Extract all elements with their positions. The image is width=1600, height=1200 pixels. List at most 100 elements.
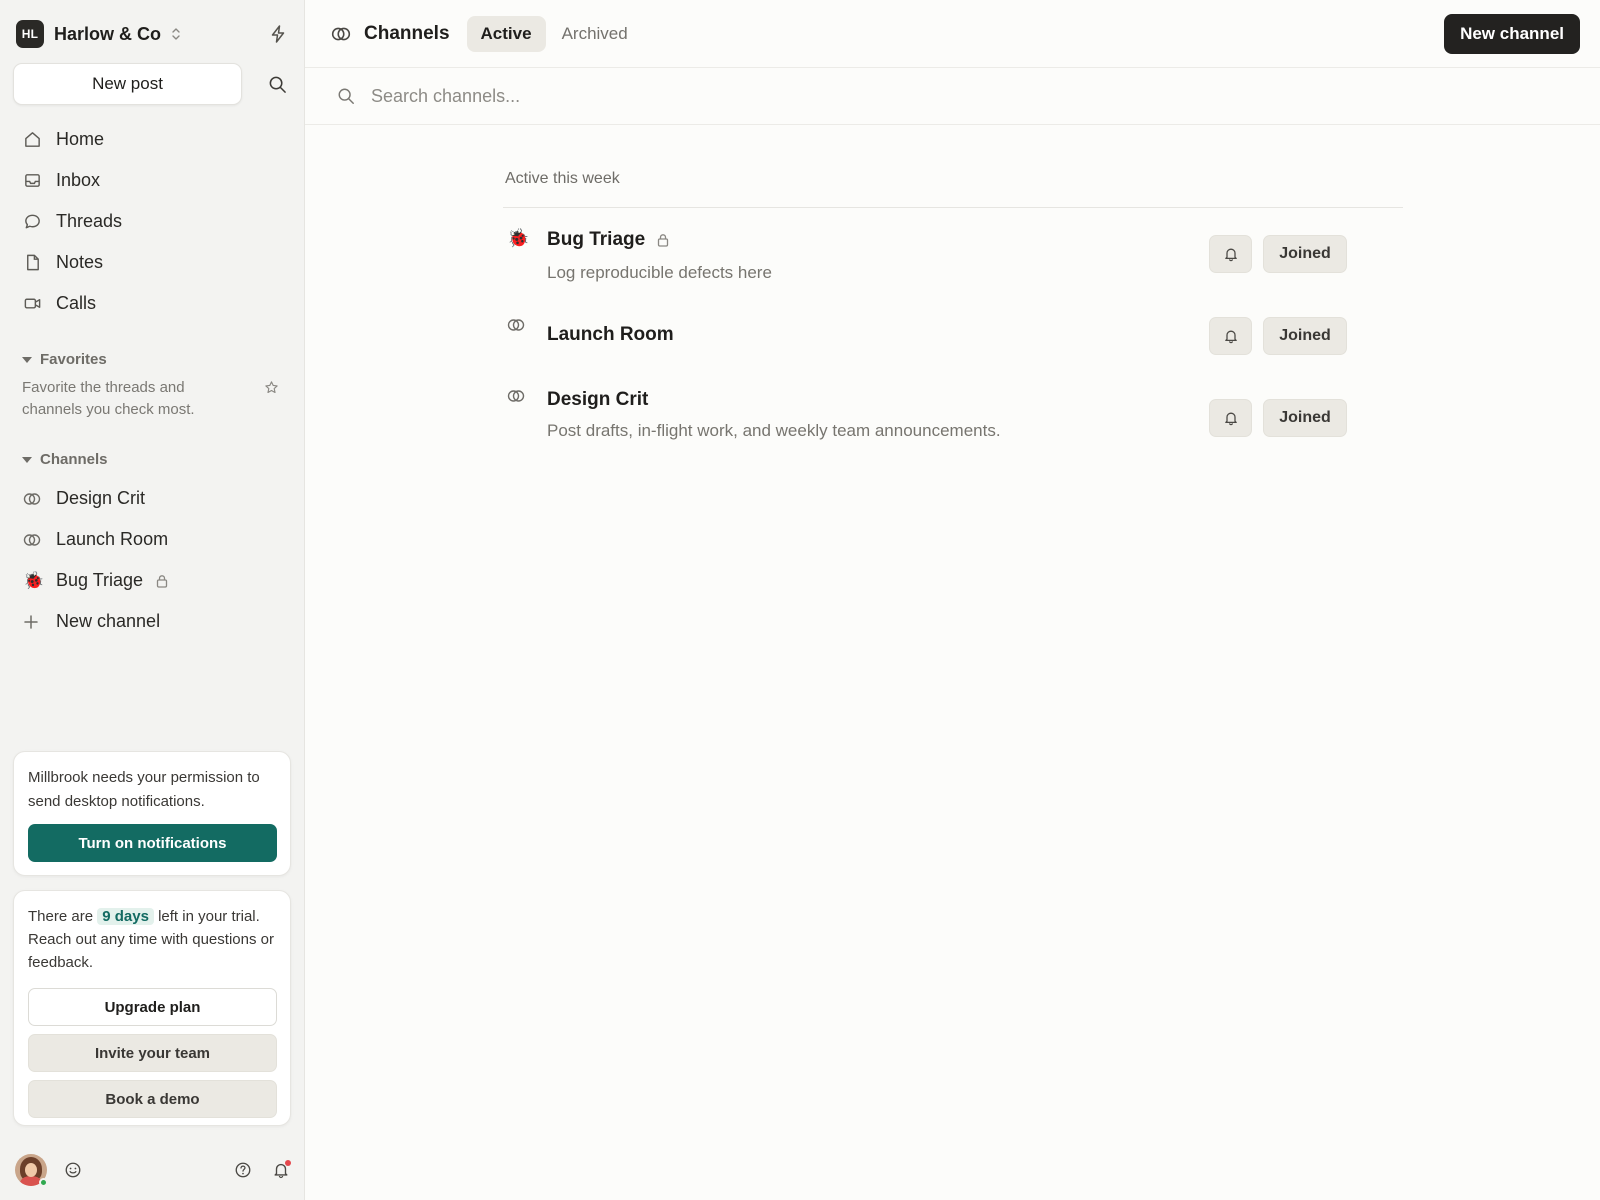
nav-item-threads[interactable]: Threads [13, 201, 293, 242]
channel-name: Bug Triage [547, 229, 646, 250]
inbox-icon [23, 171, 43, 190]
plus-icon [23, 614, 43, 630]
help-icon[interactable] [234, 1161, 252, 1179]
home-icon [23, 130, 43, 149]
smiley-icon[interactable] [64, 1161, 82, 1179]
nav-item-calls[interactable]: Calls [13, 283, 293, 324]
new-channel-button[interactable]: New channel [1444, 14, 1580, 54]
channel-rings-icon [507, 389, 525, 403]
joined-button[interactable]: Joined [1263, 399, 1347, 437]
channel-notifications-button[interactable] [1209, 235, 1252, 273]
invite-team-button[interactable]: Invite your team [28, 1034, 277, 1072]
search-icon [337, 87, 355, 105]
sidebar-channel-bug-triage[interactable]: 🐞 Bug Triage [13, 560, 293, 601]
new-post-button[interactable]: New post [13, 63, 242, 105]
notification-permission-card: Millbrook needs your permission to send … [13, 751, 291, 876]
video-icon [23, 294, 43, 313]
channel-label: Bug Triage [56, 570, 144, 590]
caret-down-icon [22, 356, 32, 363]
book-demo-button[interactable]: Book a demo [28, 1080, 277, 1118]
nav-item-label: Calls [56, 293, 97, 313]
workspace-switcher-icon[interactable] [171, 27, 181, 41]
lightning-icon[interactable] [268, 24, 288, 44]
nav-item-label: Notes [56, 252, 104, 272]
sidebar-footer [15, 1154, 291, 1187]
bell-icon [1224, 330, 1237, 344]
channel-rings-icon [331, 26, 351, 42]
sidebar-channel-launch-room[interactable]: Launch Room [13, 519, 293, 560]
new-channel-label: New channel [56, 611, 161, 631]
channel-list-section: Active this week 🐞 Bug Triage Log reprod… [503, 170, 1403, 479]
channel-name-line: Launch Room [547, 324, 674, 346]
main-content: Channels Active Archived New channel Act… [305, 0, 1600, 1200]
upgrade-plan-button[interactable]: Upgrade plan [28, 988, 277, 1026]
star-icon[interactable] [264, 380, 279, 395]
trial-text-before: There are [28, 908, 94, 925]
channel-name: Design Crit [547, 389, 649, 410]
channel-row[interactable]: Launch Room Joined [503, 306, 1403, 389]
channels-title: Channels [40, 451, 108, 468]
chat-bubble-icon [23, 212, 43, 231]
search-input[interactable] [371, 85, 971, 107]
main-nav: Home Inbox Threads Notes Calls [13, 119, 293, 324]
top-bar: Channels Active Archived New channel [305, 0, 1600, 68]
section-title: Active this week [503, 170, 1403, 208]
channel-name: Launch Room [547, 324, 674, 345]
favorites-section-toggle[interactable]: Favorites [22, 351, 107, 368]
bell-icon [1224, 248, 1237, 262]
nav-item-label: Threads [56, 211, 123, 231]
channel-search-bar [305, 68, 1600, 125]
ladybug-icon: 🐞 [23, 570, 45, 590]
channel-name-line: Bug Triage [547, 229, 669, 251]
search-icon[interactable] [268, 75, 287, 94]
notifications-bell-icon[interactable] [272, 1160, 291, 1179]
lock-icon [657, 233, 669, 247]
channel-label: Launch Room [56, 529, 169, 549]
workspace-avatar[interactable]: HL [16, 20, 44, 48]
page-title: Channels [364, 22, 450, 44]
favorites-title: Favorites [40, 351, 107, 368]
document-icon [23, 253, 43, 272]
notification-permission-text: Millbrook needs your permission to send … [28, 769, 260, 810]
online-status-dot [39, 1178, 48, 1187]
lock-icon [156, 574, 168, 588]
channel-rings-icon [23, 533, 43, 547]
sidebar-channel-design-crit[interactable]: Design Crit [13, 478, 293, 519]
tab-active[interactable]: Active [466, 15, 546, 52]
app-window: HL Harlow & Co New post Home Inbox Threa… [0, 0, 1600, 1200]
trial-card: There are 9 days left in your trial. Rea… [13, 890, 291, 1126]
turn-on-notifications-button[interactable]: Turn on notifications [28, 824, 277, 862]
channels-section-toggle[interactable]: Channels [22, 451, 108, 468]
nav-item-inbox[interactable]: Inbox [13, 160, 293, 201]
caret-down-icon [22, 456, 32, 463]
channel-rings-icon [507, 318, 525, 332]
trial-days-badge: 9 days [97, 908, 154, 925]
channel-description: Log reproducible defects here [547, 263, 772, 282]
channel-row[interactable]: 🐞 Bug Triage Log reproducible defects he… [503, 208, 1403, 306]
tab-archived[interactable]: Archived [548, 16, 642, 52]
channel-label: Design Crit [56, 488, 146, 508]
channel-row[interactable]: Design Crit Post drafts, in-flight work,… [503, 389, 1403, 479]
nav-item-home[interactable]: Home [13, 119, 293, 160]
channel-rings-icon [23, 492, 43, 506]
joined-button[interactable]: Joined [1263, 235, 1347, 273]
sidebar-new-channel[interactable]: New channel [13, 601, 293, 642]
channel-name-line: Design Crit [547, 389, 648, 411]
channel-notifications-button[interactable] [1209, 317, 1252, 355]
ladybug-icon: 🐞 [507, 228, 530, 248]
channel-description: Post drafts, in-flight work, and weekly … [547, 421, 1001, 440]
channel-list: Design Crit Launch Room 🐞 Bug Triage New… [13, 478, 293, 642]
favorites-empty-text: Favorite the threads and channels you ch… [22, 379, 195, 418]
sidebar: HL Harlow & Co New post Home Inbox Threa… [0, 0, 305, 1200]
unread-dot [285, 1160, 291, 1166]
nav-item-label: Home [56, 129, 105, 149]
user-avatar-wrap[interactable] [15, 1154, 49, 1187]
trial-text: There are 9 days left in your trial. Rea… [28, 905, 276, 974]
bell-icon [1224, 412, 1237, 426]
workspace-name[interactable]: Harlow & Co [54, 24, 161, 45]
channel-notifications-button[interactable] [1209, 399, 1252, 437]
workspace-row: HL Harlow & Co [16, 18, 288, 50]
nav-item-label: Inbox [56, 170, 101, 190]
joined-button[interactable]: Joined [1263, 317, 1347, 355]
nav-item-notes[interactable]: Notes [13, 242, 293, 283]
